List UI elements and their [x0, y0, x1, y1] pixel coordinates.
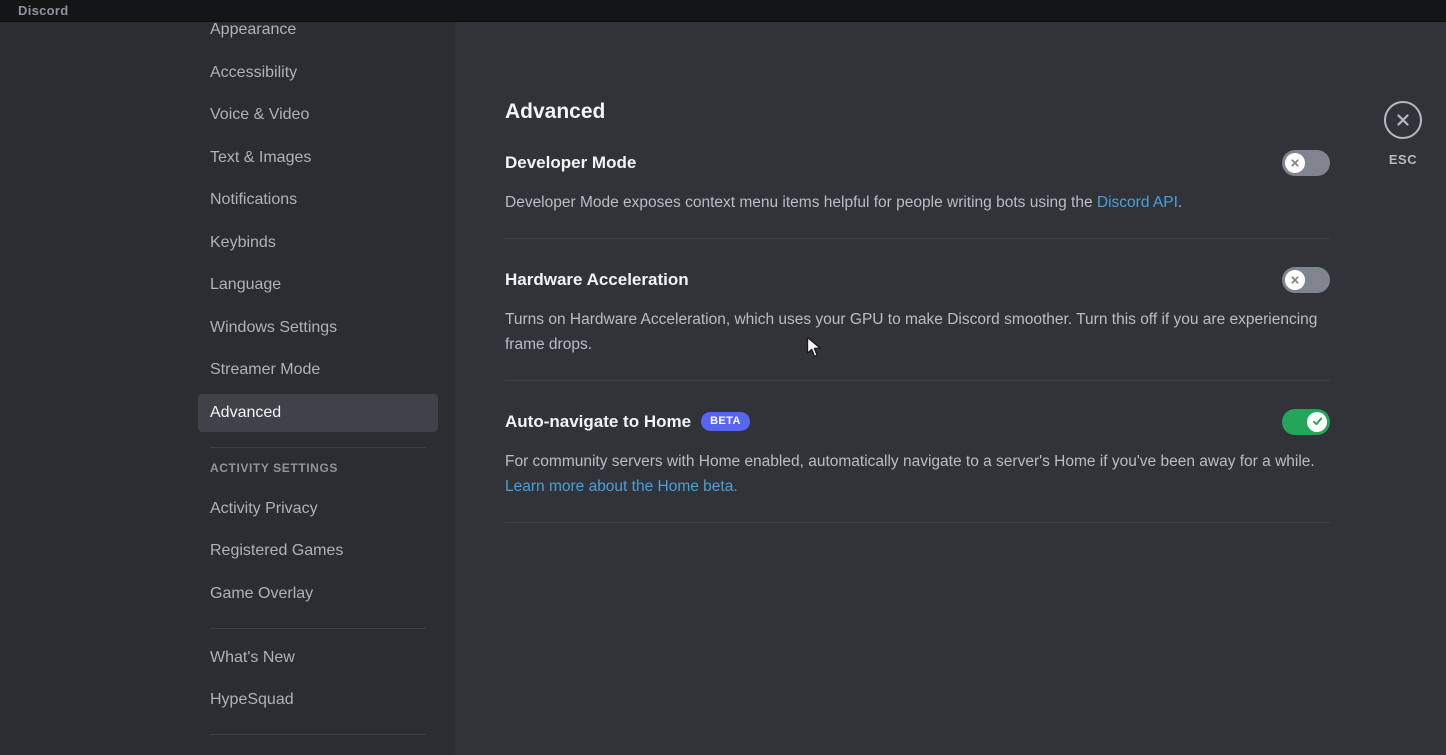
window-titlebar: Discord: [0, 0, 1446, 22]
hardware-acceleration-toggle[interactable]: [1282, 267, 1330, 293]
setting-title: Hardware Acceleration: [505, 270, 689, 290]
settings-sections: Developer Mode Developer Mode exposes co…: [505, 150, 1330, 523]
setting-title: Auto-navigate to Home: [505, 412, 691, 432]
sidebar-item-label: Keybinds: [210, 234, 276, 252]
settings-nav: Appearance Accessibility Voice & Video Text…: [198, 11, 438, 745]
sidebar-item-windows-settings[interactable]: Windows Settings: [198, 309, 438, 347]
toggle-on-check-icon: [1311, 415, 1324, 428]
setting-description: For community servers with Home enabled,…: [505, 449, 1330, 500]
sidebar-item-label: Streamer Mode: [210, 361, 320, 379]
page-title: Advanced: [505, 98, 1330, 126]
sidebar-item-label: Registered Games: [210, 542, 343, 560]
toggle-knob: [1285, 270, 1305, 290]
sidebar-item-streamer-mode[interactable]: Streamer Mode: [198, 351, 438, 389]
sidebar-item-registered-games[interactable]: Registered Games: [198, 532, 438, 570]
setting-section-auto-navigate-to-home: Auto-navigate to Home BETA For community…: [505, 381, 1330, 523]
toggle-off-x-icon: [1289, 274, 1301, 286]
sidebar-item-label: Voice & Video: [210, 106, 309, 124]
sidebar-item-label: Accessibility: [210, 64, 297, 82]
sidebar-item-keybinds[interactable]: Keybinds: [198, 224, 438, 262]
setting-section-developer-mode: Developer Mode Developer Mode exposes co…: [505, 150, 1330, 239]
close-control: ESC: [1381, 101, 1425, 167]
sidebar-item-accessibility[interactable]: Accessibility: [198, 54, 438, 92]
sidebar-item-activity-privacy[interactable]: Activity Privacy: [198, 490, 438, 528]
sidebar-item-game-overlay[interactable]: Game Overlay: [198, 575, 438, 613]
sidebar-item-hypesquad[interactable]: HypeSquad: [198, 681, 438, 719]
sidebar-item-label: Notifications: [210, 191, 297, 209]
beta-badge: BETA: [701, 412, 750, 431]
discord-settings-window: Discord Appearance Accessibility Voice & V…: [0, 0, 1446, 755]
sidebar-item-notifications[interactable]: Notifications: [198, 181, 438, 219]
app-title: Discord: [18, 3, 69, 18]
sidebar-item-label: Activity Privacy: [210, 500, 318, 518]
toggle-knob: [1307, 412, 1327, 432]
setting-title: Developer Mode: [505, 153, 636, 173]
setting-description: Developer Mode exposes context menu item…: [505, 190, 1330, 216]
nav-group-activity-settings: Activity Privacy Registered Games Game Ove…: [198, 490, 438, 613]
sidebar-item-advanced[interactable]: Advanced: [198, 394, 438, 432]
setting-header: Hardware Acceleration: [505, 267, 1330, 293]
nav-category-activity-settings: ACTIVITY SETTINGS: [198, 458, 438, 478]
sidebar-divider: [210, 734, 426, 735]
setting-description: Turns on Hardware Acceleration, which us…: [505, 307, 1330, 358]
sidebar-item-what-s-new[interactable]: What's New: [198, 639, 438, 677]
sidebar-item-label: Text & Images: [210, 149, 311, 167]
settings-sidebar: Appearance Accessibility Voice & Video Text…: [0, 22, 455, 755]
toggle-knob: [1285, 153, 1305, 173]
developer-mode-toggle[interactable]: [1282, 150, 1330, 176]
sidebar-divider: [210, 447, 426, 448]
setting-header: Developer Mode: [505, 150, 1330, 176]
sidebar-item-label: Language: [210, 276, 281, 294]
sidebar-item-label: Windows Settings: [210, 319, 337, 337]
toggle-off-x-icon: [1289, 157, 1301, 169]
nav-group-misc: What's New HypeSquad: [198, 639, 438, 720]
description-link[interactable]: Discord API: [1097, 194, 1178, 211]
auto-navigate-to-home-toggle[interactable]: [1282, 409, 1330, 435]
sidebar-item-label: What's New: [210, 649, 295, 667]
sidebar-divider: [210, 628, 426, 629]
sidebar-item-voice-video[interactable]: Voice & Video: [198, 96, 438, 134]
description-link[interactable]: Learn more about the Home beta.: [505, 478, 738, 495]
close-settings-button[interactable]: [1384, 101, 1422, 139]
nav-group-user-settings: Appearance Accessibility Voice & Video Text…: [198, 11, 438, 432]
sidebar-item-text-images[interactable]: Text & Images: [198, 139, 438, 177]
settings-content: Advanced Developer Mode Developer Mode e…: [455, 22, 1446, 755]
esc-label: ESC: [1381, 152, 1425, 167]
close-icon: [1393, 110, 1413, 130]
setting-section-hardware-acceleration: Hardware Acceleration Turns on Hardware …: [505, 239, 1330, 381]
sidebar-item-label: Game Overlay: [210, 585, 313, 603]
section-divider: [505, 522, 1330, 523]
sidebar-item-label: HypeSquad: [210, 691, 294, 709]
setting-header: Auto-navigate to Home BETA: [505, 409, 1330, 435]
sidebar-item-language[interactable]: Language: [198, 266, 438, 304]
advanced-settings-panel: Advanced Developer Mode Developer Mode e…: [505, 98, 1330, 523]
sidebar-item-label: Appearance: [210, 21, 296, 39]
sidebar-item-label: Advanced: [210, 404, 281, 422]
